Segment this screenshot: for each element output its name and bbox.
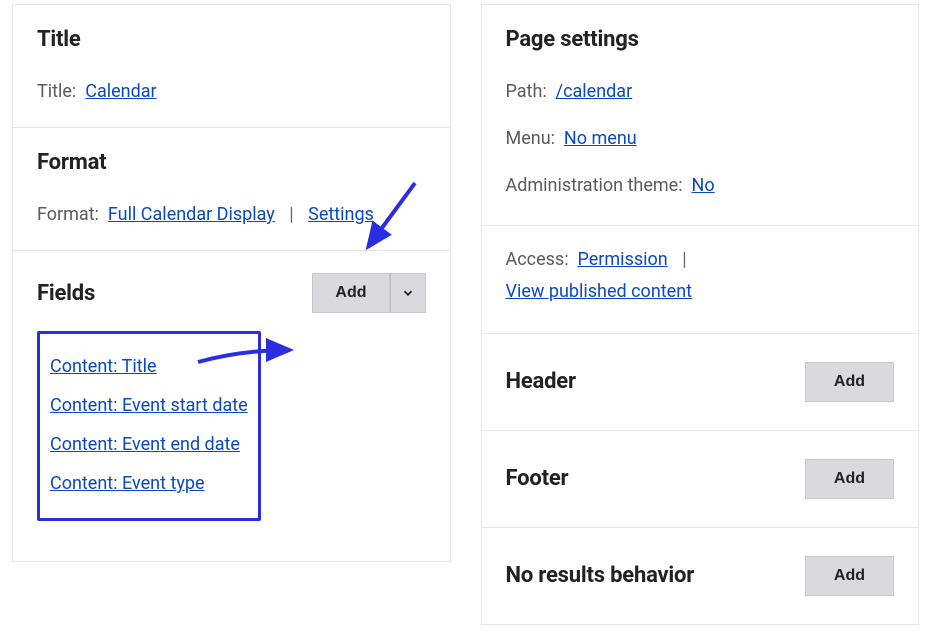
- fields-list-highlight: Content: Title Content: Event start date…: [37, 331, 261, 521]
- page-settings-heading: Page settings: [506, 27, 895, 52]
- access-view-published-link[interactable]: View published content: [506, 281, 693, 302]
- fields-panel: Fields Add Content: Title Content: Event…: [12, 251, 451, 562]
- fields-heading: Fields: [37, 281, 95, 306]
- format-separator: |: [289, 204, 293, 225]
- field-item[interactable]: Content: Event type: [50, 473, 248, 494]
- menu-label: Menu:: [506, 128, 555, 149]
- header-panel: Header Add: [481, 334, 920, 431]
- footer-add-button[interactable]: Add: [805, 459, 894, 499]
- format-heading: Format: [37, 150, 426, 175]
- format-label: Format:: [37, 204, 99, 225]
- access-panel: Access: Permission | View published cont…: [481, 226, 920, 334]
- access-permission-link[interactable]: Permission: [578, 249, 668, 270]
- no-results-panel: No results behavior Add: [481, 528, 920, 625]
- format-settings-link[interactable]: Settings: [308, 204, 374, 225]
- right-column: Page settings Path: /calendar Menu: No m…: [481, 4, 920, 625]
- title-panel: Title Title: Calendar: [12, 4, 451, 128]
- footer-heading: Footer: [506, 466, 569, 491]
- header-add-button[interactable]: Add: [805, 362, 894, 402]
- menu-value-link[interactable]: No menu: [564, 128, 637, 149]
- fields-add-button-group: Add: [312, 273, 425, 313]
- access-separator: |: [682, 249, 686, 270]
- field-item[interactable]: Content: Title: [50, 356, 248, 377]
- left-column: Title Title: Calendar Format Format: Ful…: [12, 4, 451, 625]
- page-settings-panel: Page settings Path: /calendar Menu: No m…: [481, 4, 920, 226]
- access-label: Access:: [506, 249, 569, 270]
- field-item[interactable]: Content: Event end date: [50, 434, 248, 455]
- format-value-link[interactable]: Full Calendar Display: [108, 204, 275, 225]
- chevron-down-icon: [401, 286, 415, 300]
- footer-panel: Footer Add: [481, 431, 920, 528]
- admin-theme-value-link[interactable]: No: [692, 175, 715, 196]
- format-panel: Format Format: Full Calendar Display | S…: [12, 128, 451, 251]
- no-results-heading: No results behavior: [506, 563, 695, 588]
- header-heading: Header: [506, 369, 576, 394]
- fields-add-dropdown[interactable]: [390, 273, 426, 313]
- path-value-link[interactable]: /calendar: [556, 81, 633, 102]
- title-value-link[interactable]: Calendar: [85, 81, 156, 102]
- field-item[interactable]: Content: Event start date: [50, 395, 248, 416]
- admin-theme-label: Administration theme:: [506, 175, 683, 196]
- title-heading: Title: [37, 27, 426, 52]
- no-results-add-button[interactable]: Add: [805, 556, 894, 596]
- fields-add-button[interactable]: Add: [312, 273, 389, 313]
- title-label: Title:: [37, 81, 76, 102]
- path-label: Path:: [506, 81, 547, 102]
